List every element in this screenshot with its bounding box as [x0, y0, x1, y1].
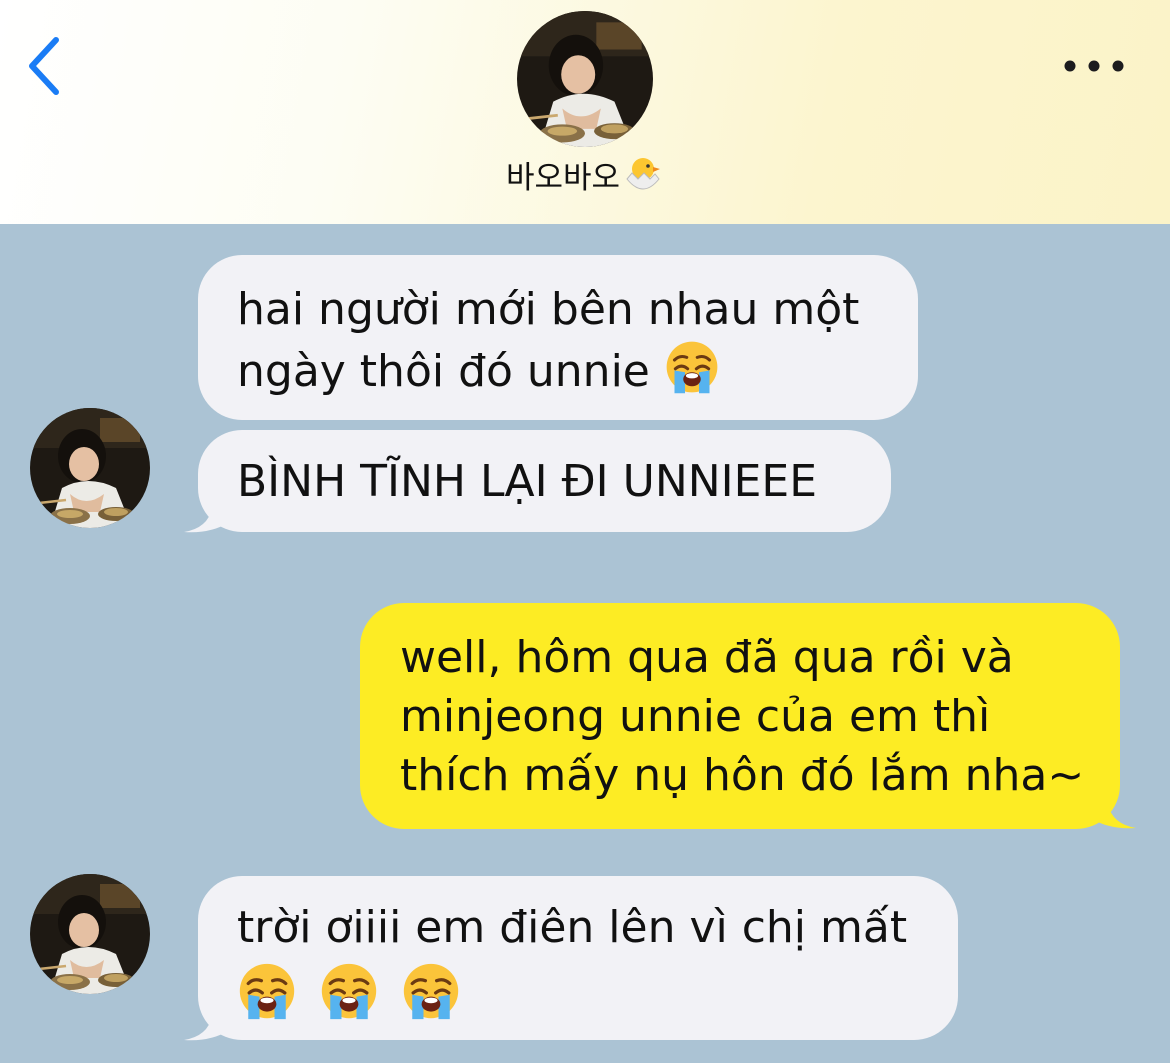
loudly-crying-face-emoji: [401, 961, 461, 1021]
message-line: trời ơiiii em điên lên vì chị mất: [237, 902, 908, 953]
message-line: BÌNH TĨNH LẠI ĐI UNNIEEE: [237, 456, 818, 507]
chevron-left-icon: [29, 37, 59, 95]
back-button[interactable]: [22, 34, 72, 100]
contact-name-row[interactable]: 바오바오: [385, 152, 785, 197]
contact-name: 바오바오: [505, 160, 621, 196]
loudly-crying-face-emoji: [237, 961, 297, 1021]
message-bubble-incoming[interactable]: trời ơiiii em điên lên vì chị mất: [198, 876, 958, 1040]
message-bubble-outgoing[interactable]: well, hôm qua đã qua rồi và minjeong unn…: [360, 603, 1120, 829]
emoji-row: [237, 961, 958, 1021]
ellipsis-icon: [1064, 60, 1124, 72]
loudly-crying-face-emoji: [319, 961, 379, 1021]
message-line: thích mấy nụ hôn đó lắm nha~: [400, 750, 1085, 801]
contact-avatar[interactable]: [517, 11, 653, 147]
hatching-chick-emoji: [626, 158, 661, 190]
message-line: well, hôm qua đã qua rồi và: [400, 632, 1014, 683]
message-line-with-emoji: ngày thôi đó unnie: [237, 339, 918, 401]
message-line: ngày thôi đó unnie: [237, 346, 650, 397]
message-bubble-incoming[interactable]: BÌNH TĨNH LẠI ĐI UNNIEEE: [198, 430, 891, 532]
chat-header: 바오바오: [0, 0, 1170, 224]
sender-avatar[interactable]: [30, 408, 150, 528]
message-line: hai người mới bên nhau một: [237, 284, 860, 335]
more-options-button[interactable]: [1058, 46, 1130, 86]
loudly-crying-face-emoji: [664, 339, 720, 395]
message-bubble-incoming[interactable]: hai người mới bên nhau một ngày thôi đó …: [198, 255, 918, 420]
sender-avatar[interactable]: [30, 874, 150, 994]
message-line: minjeong unnie của em thì: [400, 691, 991, 742]
